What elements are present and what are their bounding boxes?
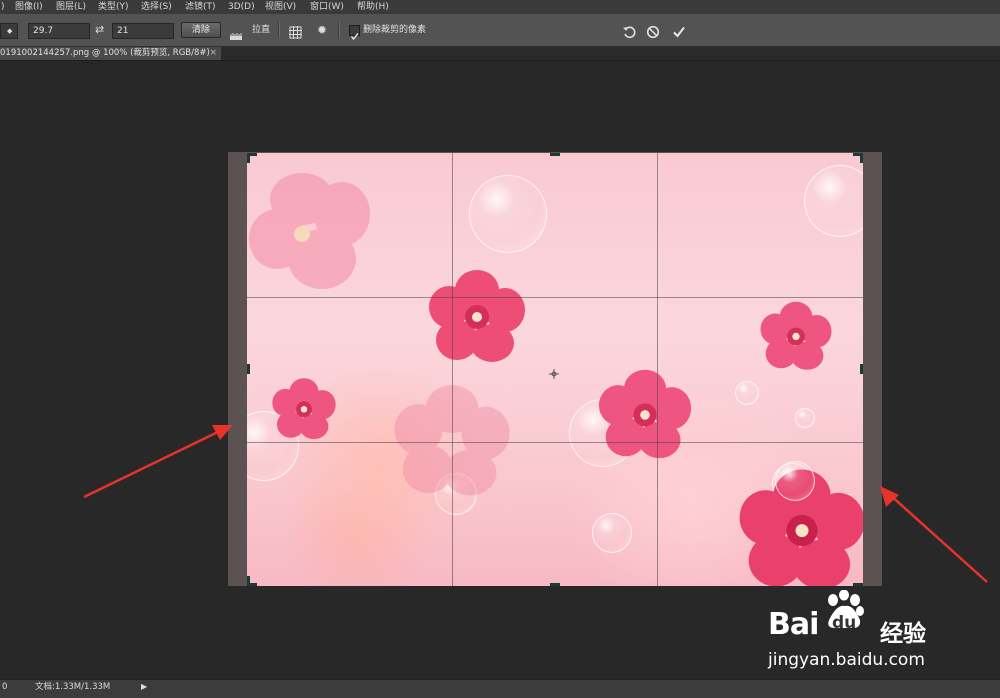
- annotation-arrow-right: [880, 486, 988, 583]
- watermark-suffix: 经验: [880, 621, 926, 647]
- status-bar: 0 文档:1.33M/1.33M ▶: [0, 679, 1000, 698]
- zoom-readout[interactable]: 0: [2, 680, 7, 694]
- watermark-url: jingyan.baidu.com: [768, 650, 925, 670]
- watermark-brand: Bai: [768, 607, 819, 642]
- doc-info: 文档:1.33M/1.33M: [35, 682, 111, 692]
- watermark-brand2: du: [832, 613, 857, 633]
- annotation-arrow-left: [83, 425, 233, 499]
- status-menu-arrow[interactable]: ▶: [141, 680, 147, 694]
